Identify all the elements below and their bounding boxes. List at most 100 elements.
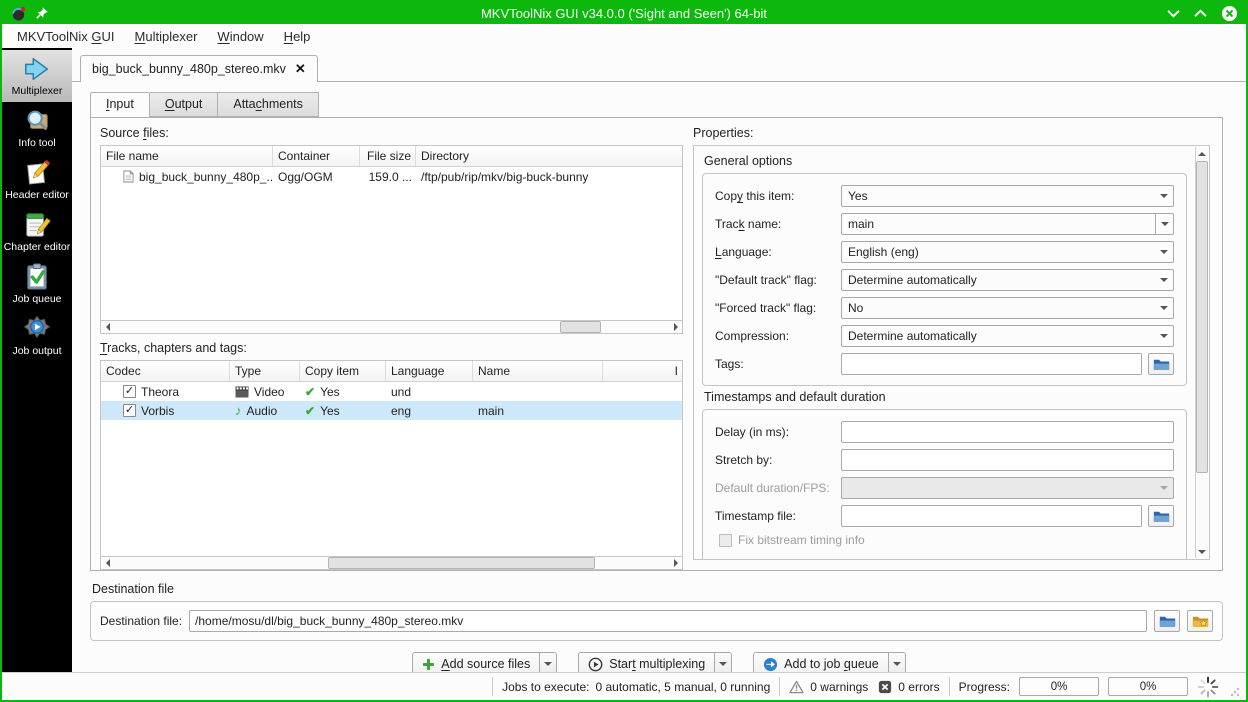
- pin-icon[interactable]: [35, 6, 49, 20]
- tracks-label: Tracks, chapters and tags:: [100, 341, 247, 356]
- default-duration-select: [841, 477, 1174, 499]
- new-folder-button[interactable]: [1187, 610, 1213, 632]
- cell-directory: /ftp/pub/rip/mkv/big-buck-bunny: [421, 169, 589, 184]
- job-queue-icon: [22, 262, 52, 292]
- destination-group: Destination file Destination file:: [90, 578, 1223, 641]
- source-files-label: Source files:: [100, 126, 169, 140]
- menu-help[interactable]: Help: [275, 26, 320, 47]
- track-checkbox[interactable]: ✓: [123, 404, 136, 418]
- track-name-combo[interactable]: main: [841, 213, 1174, 235]
- sidebar-item-multiplexer[interactable]: Multiplexer: [2, 50, 72, 102]
- column-header-file-size[interactable]: File size: [360, 146, 416, 167]
- tab-attachments[interactable]: Attachments: [218, 92, 319, 117]
- column-header-language[interactable]: Language: [386, 361, 473, 383]
- properties-panel: General options Copy this item: Yes Trac…: [693, 145, 1210, 560]
- scroll-left-icon[interactable]: [101, 321, 114, 333]
- cell-codec: Vorbis: [141, 403, 175, 418]
- column-header-copy-item[interactable]: Copy item: [300, 361, 386, 383]
- maximize-button[interactable]: [1194, 8, 1207, 18]
- column-header-codec[interactable]: Codec: [101, 361, 230, 383]
- sidebar-item-job-output[interactable]: Job output: [2, 310, 72, 362]
- scrollbar-thumb[interactable]: [1196, 161, 1208, 474]
- scroll-up-icon[interactable]: [1196, 147, 1208, 160]
- compression-select[interactable]: Determine automatically: [841, 325, 1174, 347]
- busy-spinner-icon: [1197, 676, 1219, 698]
- chevron-down-icon: [1155, 298, 1173, 318]
- progress-bar-current: 0%: [1019, 677, 1099, 696]
- tracks-hscrollbar[interactable]: [100, 557, 683, 571]
- scrollbar-thumb[interactable]: [327, 557, 595, 570]
- timestamp-file-label: Timestamp file:: [715, 509, 796, 523]
- column-header-directory[interactable]: Directory: [416, 146, 682, 167]
- progress-bar-total: 0%: [1108, 677, 1188, 696]
- tab-big-buck-bunny[interactable]: big_buck_bunny_480p_stereo.mkv ✕: [80, 55, 318, 82]
- column-header-name[interactable]: Name: [473, 361, 603, 383]
- destination-browse-button[interactable]: [1154, 610, 1180, 632]
- cell-file-name: big_buck_bunny_480p_...: [139, 169, 273, 184]
- menubar: MKVToolNix GUI Multiplexer Window Help: [2, 24, 1246, 48]
- scroll-right-icon[interactable]: [669, 557, 682, 569]
- progress-label: Progress:: [958, 679, 1010, 694]
- stretch-by-label: Stretch by:: [715, 453, 773, 467]
- sidebar-item-chapter-editor[interactable]: Chapter editor: [2, 206, 72, 258]
- language-select[interactable]: English (eng): [841, 241, 1174, 263]
- copy-this-item-select[interactable]: Yes: [841, 185, 1174, 207]
- input-tab-content: Source files: File name Container File s…: [90, 117, 1223, 571]
- resize-grip[interactable]: [1230, 687, 1240, 697]
- column-header-file-name[interactable]: File name: [101, 146, 273, 167]
- menu-window[interactable]: Window: [208, 26, 272, 47]
- sidebar-item-job-queue[interactable]: Job queue: [2, 258, 72, 310]
- tab-close-icon[interactable]: ✕: [295, 61, 306, 77]
- destination-file-input[interactable]: [189, 610, 1147, 632]
- forced-track-flag-select[interactable]: No: [841, 297, 1174, 319]
- sidebar-item-header-editor[interactable]: Header editor: [2, 154, 72, 206]
- cell-copy-item: Yes: [320, 384, 340, 399]
- cell-container: Ogg/OGM: [278, 169, 333, 184]
- column-header-id[interactable]: I: [603, 361, 682, 383]
- cell-language: und: [391, 384, 412, 399]
- warnings-count: 0 warnings: [810, 679, 869, 694]
- tags-browse-button[interactable]: [1148, 353, 1174, 375]
- close-button[interactable]: [1221, 5, 1238, 22]
- yes-check-icon: ✔: [305, 384, 316, 399]
- track-checkbox[interactable]: ✓: [123, 385, 136, 399]
- timestamp-file-input[interactable]: [841, 505, 1142, 527]
- scrollbar-thumb[interactable]: [559, 321, 601, 334]
- column-header-container[interactable]: Container: [273, 146, 360, 167]
- track-name-label: Track name:: [715, 217, 782, 231]
- app-icon: [10, 5, 27, 22]
- source-file-row[interactable]: big_buck_bunny_480p_... Ogg/OGM 159.0 ..…: [101, 167, 682, 320]
- stretch-by-input[interactable]: [841, 449, 1174, 471]
- tab-output[interactable]: Output: [149, 92, 219, 117]
- video-icon: [235, 386, 249, 398]
- tags-input[interactable]: [841, 353, 1142, 375]
- jobs-to-execute-value: 0 automatic, 5 manual, 0 running: [595, 679, 771, 694]
- column-header-type[interactable]: Type: [230, 361, 300, 383]
- doc-tab-label: big_buck_bunny_480p_stereo.mkv: [92, 62, 286, 76]
- cell-type: Video: [254, 384, 285, 399]
- properties-vscrollbar[interactable]: [1195, 147, 1208, 558]
- track-row-vorbis[interactable]: ✓ Vorbis ♪ Audio ✔ Yes eng main: [101, 401, 682, 421]
- menu-mkvtoolnix-gui[interactable]: MKVToolNix GUI: [8, 26, 124, 47]
- sidebar-item-info-tool[interactable]: Info tool: [2, 102, 72, 154]
- error-icon: [878, 680, 892, 694]
- default-track-flag-select[interactable]: Determine automatically: [841, 269, 1174, 291]
- fix-bitstream-checkbox: [719, 533, 732, 547]
- default-duration-label: Default duration/FPS:: [715, 481, 830, 495]
- cell-file-size: 159.0 ...: [368, 169, 412, 184]
- chevron-down-icon: [1155, 242, 1173, 262]
- scroll-left-icon[interactable]: [101, 557, 114, 569]
- minimize-button[interactable]: [1167, 9, 1180, 18]
- job-output-icon: [22, 314, 52, 344]
- delay-input[interactable]: [841, 421, 1174, 443]
- menu-multiplexer[interactable]: Multiplexer: [126, 26, 207, 47]
- queue-arrow-icon: [763, 657, 778, 672]
- source-files-hscrollbar[interactable]: [100, 321, 683, 335]
- timestamp-file-browse-button[interactable]: [1148, 505, 1174, 527]
- window-title: MKVToolNix GUI v34.0.0 ('Sight and Seen'…: [480, 5, 768, 21]
- scroll-right-icon[interactable]: [669, 321, 682, 333]
- track-row-theora[interactable]: ✓ Theora Video ✔ Yes und: [101, 382, 682, 401]
- scroll-down-icon[interactable]: [1196, 545, 1208, 558]
- tab-input[interactable]: Input: [90, 92, 150, 118]
- document-tab-bar: big_buck_bunny_480p_stereo.mkv ✕: [72, 54, 1246, 82]
